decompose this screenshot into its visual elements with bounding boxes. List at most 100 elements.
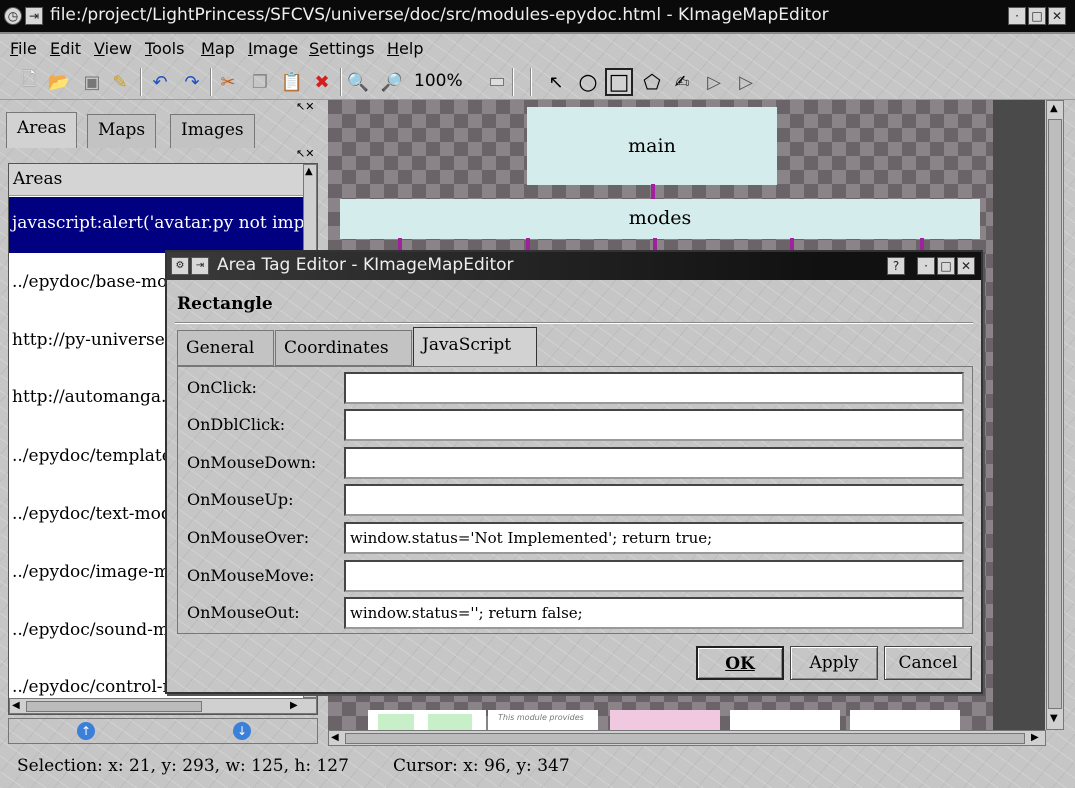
node-modes[interactable]: modes [340,199,980,239]
connector [920,238,924,250]
ondblclick-field[interactable] [344,409,964,441]
pin-icon[interactable]: ⇥ [191,257,209,275]
menubar: File Edit View Tools Map Image Settings … [0,36,1075,64]
select-tool-icon[interactable]: ↖ [542,68,570,96]
cut-icon[interactable]: ✂ [214,68,242,96]
menu-edit[interactable]: Edit [50,39,81,58]
circle-tool-icon[interactable]: ○ [574,68,602,96]
area-tag-editor-dialog: ⚙ ⇥ Area Tag Editor - KImageMapEditor ? … [165,250,983,694]
minimize-icon[interactable]: · [1008,7,1026,25]
zoom-level[interactable]: 100% [414,71,463,91]
onmousedown-field[interactable] [344,447,964,479]
tab-general[interactable]: General [177,330,274,366]
save-icon[interactable]: ▣ [78,68,106,96]
list-hscrollbar[interactable]: ◀ ▶ [9,698,317,714]
areas-list-header[interactable]: Areas [9,164,303,196]
menu-file[interactable]: File [10,39,37,58]
thumbnail[interactable]: This module provides [488,710,598,730]
menu-map[interactable]: Map [201,39,235,58]
tab-areas[interactable]: Areas [6,112,78,148]
maximize-icon[interactable]: □ [937,257,955,275]
rectangle-tool-icon[interactable]: □ [605,68,633,96]
main-titlebar: ◷ ⇥ file:/project/LightPrincess/SFCVS/un… [0,0,1075,34]
close-icon[interactable]: ✕ [957,257,975,275]
zoom-dropdown-icon[interactable] [490,78,504,86]
help-icon[interactable]: ? [887,257,905,275]
scroll-up-icon[interactable]: ▲ [1050,103,1058,114]
save-as-icon[interactable]: ✎ [106,68,134,96]
scroll-right-icon[interactable]: ▶ [290,700,298,711]
tab-javascript[interactable]: JavaScript [413,327,537,367]
app-menu-icon[interactable]: ◷ [4,7,22,25]
menu-view[interactable]: View [94,39,132,58]
dialog-app-icon[interactable]: ⚙ [171,257,189,275]
undo-icon[interactable]: ↶ [146,68,174,96]
connector [398,238,402,250]
onmouseout-label: OnMouseOut: [187,603,300,622]
onmouseout-field[interactable]: window.status=''; return false; [344,597,964,629]
menu-tools[interactable]: Tools [145,39,184,58]
pin-icon[interactable]: ⇥ [25,7,43,25]
cursor-info: Cursor: x: 96, y: 347 [393,756,570,776]
ok-button[interactable]: OK [696,646,784,680]
onmouseup-label: OnMouseUp: [187,490,294,509]
thumbnail[interactable] [368,710,486,730]
open-file-icon[interactable]: 📂 [45,68,73,96]
minimize-icon[interactable]: · [917,257,935,275]
onmouseover-field[interactable]: window.status='Not Implemented'; return … [344,522,964,554]
zoom-out-icon[interactable]: 🔎 [378,68,406,96]
list-item[interactable]: javascript:alert('avatar.py not implemen… [9,197,303,253]
tab-coordinates[interactable]: Coordinates [275,330,412,366]
delete-icon[interactable]: ✖ [308,68,336,96]
thumbnail[interactable] [730,710,840,730]
onmousedown-label: OnMouseDown: [187,453,317,472]
onmousemove-field[interactable] [344,560,964,592]
freehand-tool-icon[interactable]: ✍ [668,68,696,96]
canvas-vscrollbar[interactable]: ▲ ▼ [1046,100,1064,730]
list-undock-icon[interactable]: ↖✕ [296,147,314,160]
scroll-left-icon[interactable]: ◀ [12,700,20,711]
new-file-icon[interactable]: 🗋 [15,68,43,96]
canvas-margin [993,100,1045,730]
hscroll-thumb[interactable] [26,701,202,712]
connector [651,184,655,200]
copy-icon[interactable]: ❐ [246,68,274,96]
thumbnail[interactable] [850,710,960,730]
zoom-in-icon[interactable]: 🔍 [344,68,372,96]
canvas-hscrollbar[interactable]: ◀ ▶ [328,730,1046,746]
dialog-title: Area Tag Editor - KImageMapEditor [217,255,514,275]
move-up-icon[interactable]: ↑ [77,722,95,740]
close-icon[interactable]: ✕ [1048,7,1066,25]
redo-icon[interactable]: ↷ [178,68,206,96]
polygon-tool-icon[interactable]: ⬠ [638,68,666,96]
shape-heading: Rectangle [177,294,273,314]
scroll-right-icon[interactable]: ▶ [1031,732,1039,743]
divider [175,322,973,324]
scroll-up-icon[interactable]: ▲ [305,166,313,177]
remove-point-icon[interactable]: ▷ [732,68,760,96]
toolbar: 🗋 📂 ▣ ✎ ↶ ↷ ✂ ❐ 📋 ✖ 🔍 🔎 100% ↖ ○ □ ⬠ ✍ ▷… [0,64,1075,100]
add-point-icon[interactable]: ▷ [700,68,728,96]
tab-images[interactable]: Images [170,114,255,148]
hscroll-thumb[interactable] [345,733,1025,744]
dialog-titlebar: ⚙ ⇥ Area Tag Editor - KImageMapEditor ? … [167,252,981,280]
paste-icon[interactable]: 📋 [278,68,306,96]
connector [790,238,794,250]
thumbnail[interactable] [610,710,720,730]
apply-button[interactable]: Apply [790,646,878,680]
menu-help[interactable]: Help [387,39,423,58]
vscroll-thumb[interactable] [1048,119,1062,709]
maximize-icon[interactable]: □ [1028,7,1046,25]
node-main[interactable]: main [527,107,777,185]
menu-settings[interactable]: Settings [309,39,375,58]
cancel-button[interactable]: Cancel [884,646,972,680]
tab-maps[interactable]: Maps [87,114,157,148]
onmouseup-field[interactable] [344,484,964,516]
menu-image[interactable]: Image [248,39,298,58]
scroll-left-icon[interactable]: ◀ [331,732,339,743]
scroll-down-icon[interactable]: ▼ [1050,713,1058,724]
move-down-icon[interactable]: ↓ [233,722,251,740]
panel-undock-icon[interactable]: ↖✕ [296,100,314,113]
onclick-field[interactable] [344,372,964,404]
list-order-buttons: ↑ ↓ [8,718,318,744]
